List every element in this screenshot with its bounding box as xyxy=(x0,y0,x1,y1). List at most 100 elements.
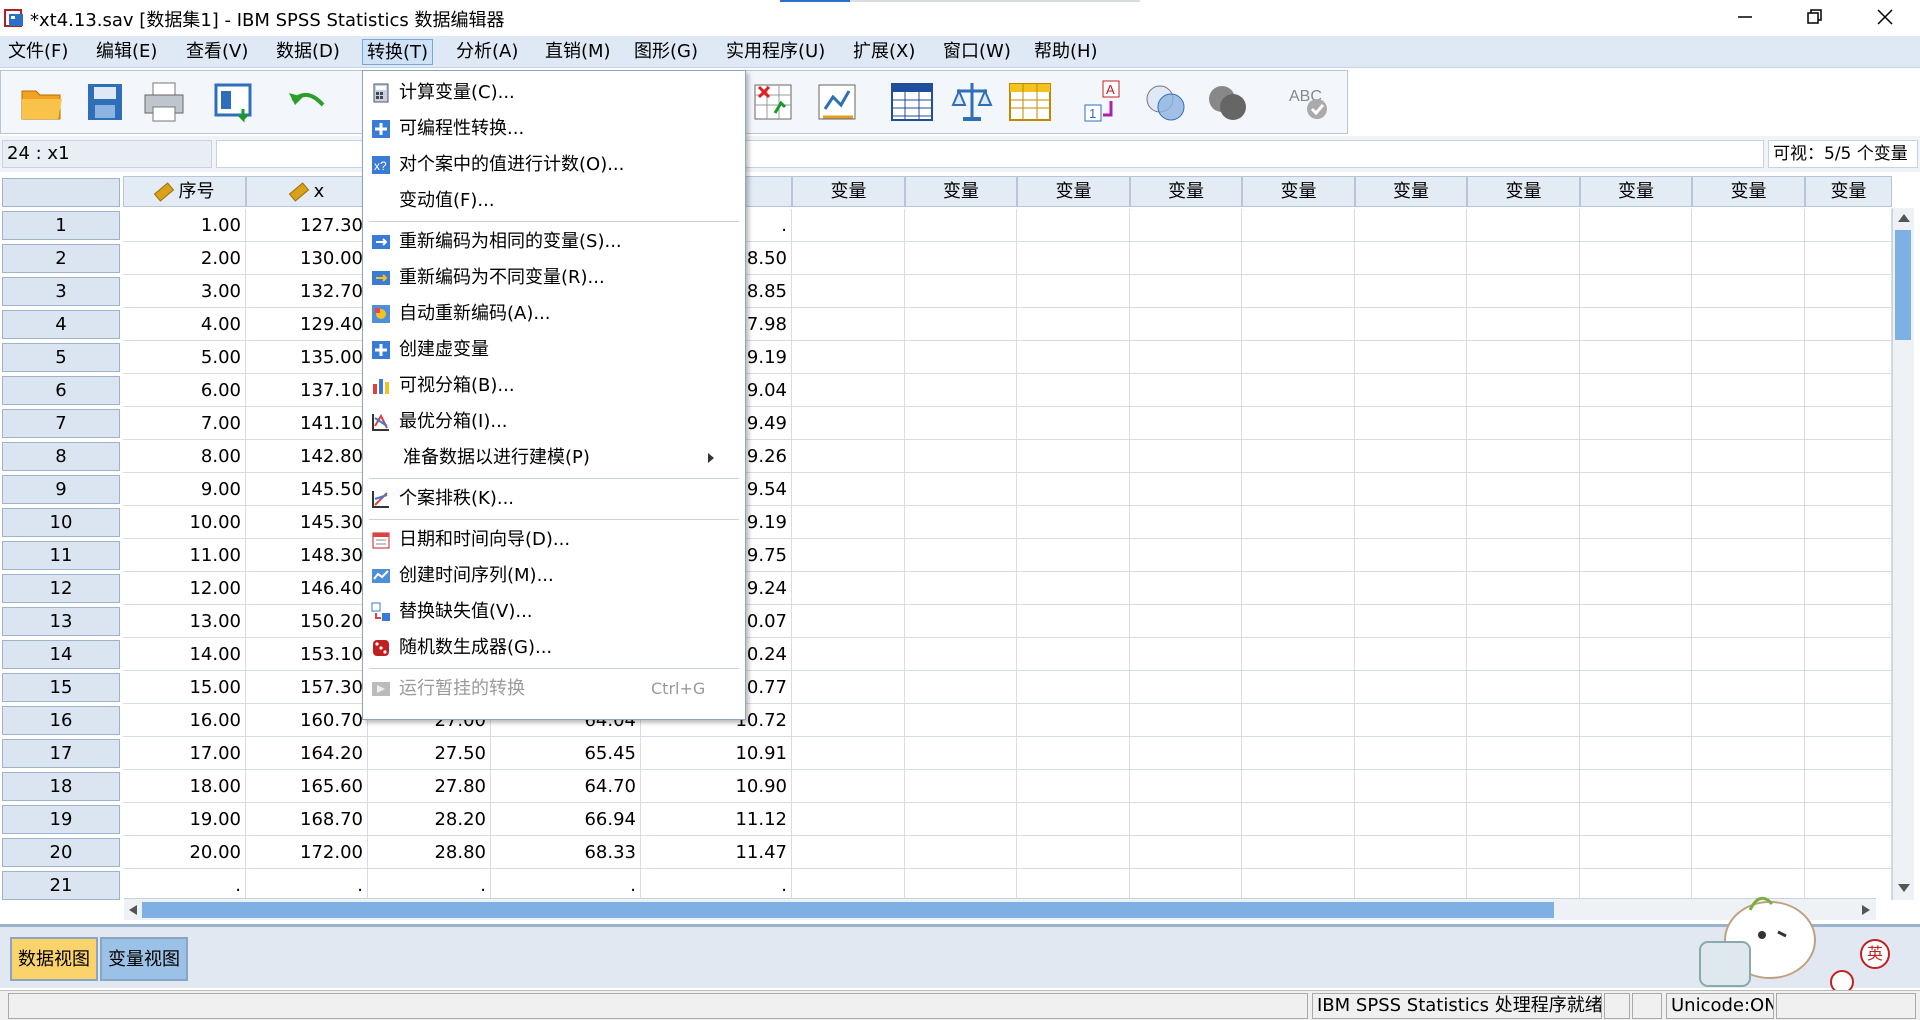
horizontal-scroll-thumb[interactable] xyxy=(142,902,1554,918)
value-labels-icon[interactable]: A1 xyxy=(1081,79,1127,125)
empty-cell[interactable] xyxy=(1692,638,1805,671)
row-number[interactable]: 10 xyxy=(2,508,120,537)
empty-cell[interactable] xyxy=(792,671,905,704)
empty-cell[interactable] xyxy=(1692,836,1805,869)
empty-cell[interactable] xyxy=(1692,341,1805,374)
empty-cell[interactable] xyxy=(1130,869,1242,900)
empty-cell[interactable] xyxy=(1130,440,1242,473)
empty-cell[interactable] xyxy=(1130,506,1242,539)
split-file-icon[interactable] xyxy=(889,79,935,125)
empty-cell[interactable] xyxy=(1130,605,1242,638)
horizontal-scrollbar[interactable] xyxy=(124,898,1876,920)
empty-cell[interactable] xyxy=(1467,803,1580,836)
empty-cell[interactable] xyxy=(1805,440,1892,473)
row-number[interactable]: 16 xyxy=(2,706,120,735)
empty-cell[interactable] xyxy=(1242,671,1355,704)
empty-cell[interactable] xyxy=(1242,605,1355,638)
empty-cell[interactable] xyxy=(1242,638,1355,671)
empty-cell[interactable] xyxy=(1355,341,1467,374)
empty-cell[interactable] xyxy=(1580,209,1692,242)
empty-cell[interactable] xyxy=(792,737,905,770)
empty-cell[interactable] xyxy=(1692,440,1805,473)
empty-cell[interactable] xyxy=(792,473,905,506)
table-cell[interactable]: . xyxy=(641,869,792,900)
empty-cell[interactable] xyxy=(792,275,905,308)
menu-item-auto-recode[interactable]: 自动重新编码(A)... xyxy=(363,296,745,332)
menu-graphs[interactable]: 图形(G) xyxy=(630,39,702,65)
menu-item-create-dummy[interactable]: 创建虚变量 xyxy=(363,332,745,368)
empty-cell[interactable] xyxy=(1580,836,1692,869)
print-icon[interactable] xyxy=(141,79,187,125)
empty-cell[interactable] xyxy=(1242,869,1355,900)
table-cell[interactable]: 19.00 xyxy=(123,803,246,836)
empty-cell[interactable] xyxy=(1805,473,1892,506)
empty-cell[interactable] xyxy=(905,572,1017,605)
empty-cell[interactable] xyxy=(1580,308,1692,341)
empty-cell[interactable] xyxy=(1355,770,1467,803)
empty-cell[interactable] xyxy=(1017,341,1130,374)
empty-cell[interactable] xyxy=(1130,242,1242,275)
empty-cell[interactable] xyxy=(1692,704,1805,737)
empty-cell[interactable] xyxy=(1355,803,1467,836)
empty-cell[interactable] xyxy=(1355,374,1467,407)
table-cell[interactable]: 127.30 xyxy=(246,209,368,242)
menu-item-random-number-generator[interactable]: 随机数生成器(G)... xyxy=(363,630,745,666)
save-icon[interactable] xyxy=(83,79,129,125)
cell-name-box[interactable]: 24 : x1 xyxy=(2,140,212,168)
row-number[interactable]: 20 xyxy=(2,838,120,867)
empty-cell[interactable] xyxy=(1805,374,1892,407)
empty-cell[interactable] xyxy=(1692,473,1805,506)
table-cell[interactable]: 8.00 xyxy=(123,440,246,473)
row-number[interactable]: 18 xyxy=(2,772,120,801)
menu-edit[interactable]: 编辑(E) xyxy=(92,39,161,65)
menu-item-recode-different[interactable]: 重新编码为不同变量(R)... xyxy=(363,260,745,296)
empty-cell[interactable] xyxy=(905,242,1017,275)
show-all-variables-icon[interactable] xyxy=(1205,79,1251,125)
empty-cell[interactable] xyxy=(1355,671,1467,704)
table-cell[interactable]: 146.40 xyxy=(246,572,368,605)
empty-cell[interactable] xyxy=(905,407,1017,440)
column-header[interactable]: 变量 xyxy=(1017,176,1130,207)
row-number[interactable]: 8 xyxy=(2,442,120,471)
empty-cell[interactable] xyxy=(1355,704,1467,737)
empty-cell[interactable] xyxy=(1580,539,1692,572)
empty-cell[interactable] xyxy=(1130,638,1242,671)
empty-cell[interactable] xyxy=(1692,803,1805,836)
empty-cell[interactable] xyxy=(1242,374,1355,407)
menu-item-recode-same[interactable]: 重新编码为相同的变量(S)... xyxy=(363,224,745,260)
empty-cell[interactable] xyxy=(1242,308,1355,341)
empty-cell[interactable] xyxy=(1467,506,1580,539)
empty-cell[interactable] xyxy=(1692,539,1805,572)
table-cell[interactable]: 153.10 xyxy=(246,638,368,671)
empty-cell[interactable] xyxy=(1355,605,1467,638)
table-cell[interactable]: 168.70 xyxy=(246,803,368,836)
empty-cell[interactable] xyxy=(1130,341,1242,374)
table-cell[interactable]: 11.47 xyxy=(641,836,792,869)
empty-cell[interactable] xyxy=(905,803,1017,836)
empty-cell[interactable] xyxy=(1242,737,1355,770)
empty-cell[interactable] xyxy=(1805,704,1892,737)
table-cell[interactable]: 66.94 xyxy=(491,803,641,836)
empty-cell[interactable] xyxy=(1467,308,1580,341)
table-cell[interactable]: . xyxy=(123,869,246,900)
empty-cell[interactable] xyxy=(1580,374,1692,407)
column-header[interactable]: x xyxy=(246,176,368,207)
table-cell[interactable]: 16.00 xyxy=(123,704,246,737)
empty-cell[interactable] xyxy=(905,506,1017,539)
empty-cell[interactable] xyxy=(905,341,1017,374)
empty-cell[interactable] xyxy=(1355,242,1467,275)
empty-cell[interactable] xyxy=(1242,473,1355,506)
table-cell[interactable]: 145.50 xyxy=(246,473,368,506)
menu-view[interactable]: 查看(V) xyxy=(182,39,252,65)
empty-cell[interactable] xyxy=(1355,440,1467,473)
table-cell[interactable]: 164.20 xyxy=(246,737,368,770)
tab-variable-view[interactable]: 变量视图 xyxy=(100,937,188,981)
vertical-scrollbar[interactable] xyxy=(1892,208,1914,900)
empty-cell[interactable] xyxy=(1805,275,1892,308)
empty-cell[interactable] xyxy=(905,440,1017,473)
empty-cell[interactable] xyxy=(1467,407,1580,440)
empty-cell[interactable] xyxy=(1580,407,1692,440)
row-number[interactable]: 13 xyxy=(2,607,120,636)
empty-cell[interactable] xyxy=(1242,209,1355,242)
empty-cell[interactable] xyxy=(1242,836,1355,869)
